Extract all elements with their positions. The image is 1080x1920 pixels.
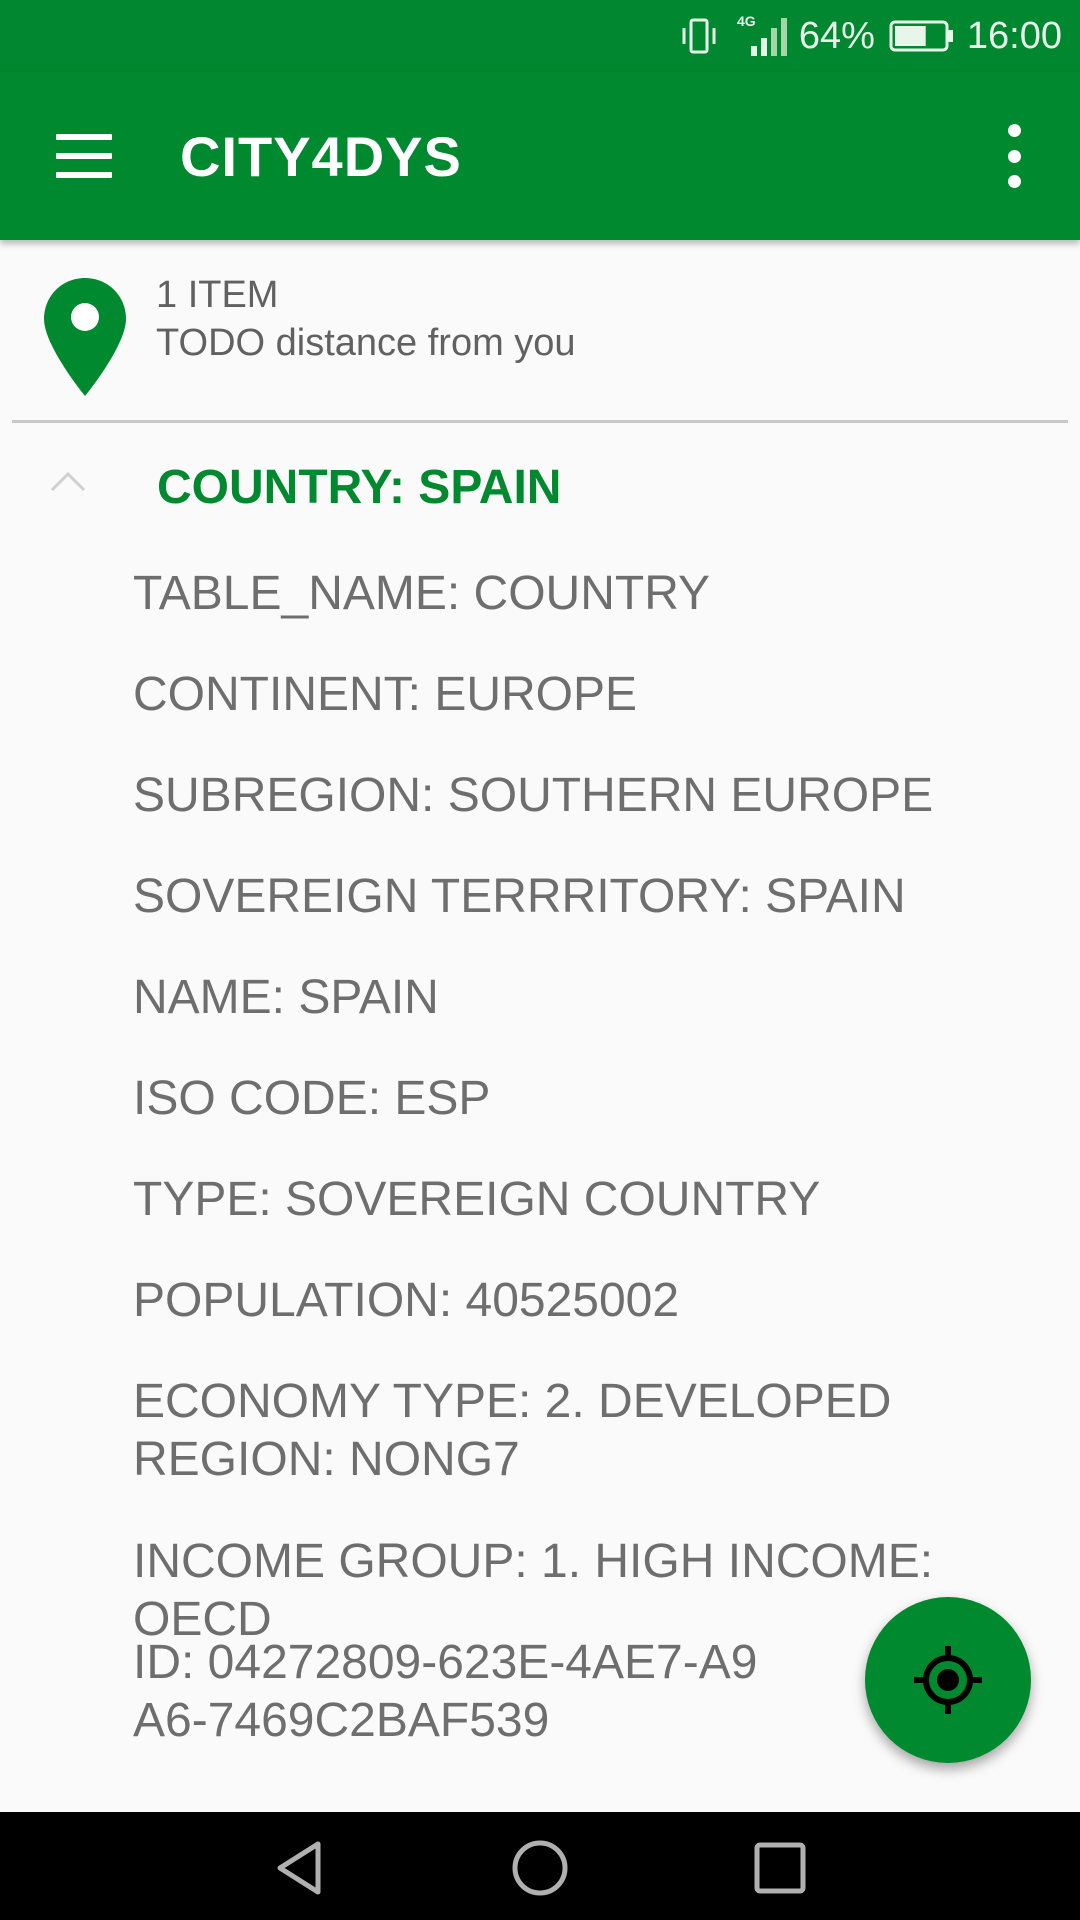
distance-text: TODO distance from you xyxy=(156,322,576,364)
list-item: SOVEREIGN TERRRITORY: SPAIN xyxy=(133,870,906,923)
list-item: POPULATION: 40525002 xyxy=(133,1274,680,1327)
map-pin-icon xyxy=(44,278,126,396)
clock: 16:00 xyxy=(966,14,1062,57)
app-bar: CITY4DYS xyxy=(0,72,1080,240)
battery-percent: 64% xyxy=(798,14,875,57)
navigation-bar xyxy=(0,1812,1080,1920)
more-vert-icon[interactable] xyxy=(1003,124,1025,188)
vibrate-icon xyxy=(677,14,721,58)
list-item: TYPE: SOVEREIGN COUNTRY xyxy=(133,1173,821,1226)
group-header[interactable]: COUNTRY: SPAIN xyxy=(0,430,1080,540)
battery-icon xyxy=(889,18,955,54)
svg-text:4G: 4G xyxy=(737,13,756,29)
list-item: ECONOMY TYPE: 2. DEVELOPED REGION: NONG7 xyxy=(133,1375,892,1486)
app-title: CITY4DYS xyxy=(180,125,462,188)
my-location-icon xyxy=(914,1646,982,1714)
item-count: 1 ITEM xyxy=(156,274,279,316)
list-item: SUBREGION: SOUTHERN EUROPE xyxy=(133,769,934,822)
signal-icon: 4G xyxy=(735,12,787,60)
group-title: COUNTRY: SPAIN xyxy=(157,461,562,514)
recents-icon[interactable] xyxy=(748,1836,812,1900)
status-bar: 4G 64% 16:00 xyxy=(0,0,1080,72)
list-item: NAME: SPAIN xyxy=(133,971,439,1024)
back-icon[interactable] xyxy=(268,1836,332,1900)
list-item: ISO CODE: ESP xyxy=(133,1072,491,1125)
divider xyxy=(12,420,1068,423)
list-item: TABLE_NAME: COUNTRY xyxy=(133,567,711,620)
results-summary: 1 ITEM TODO distance from you xyxy=(0,240,1080,422)
home-icon[interactable] xyxy=(508,1836,572,1900)
chevron-up-icon xyxy=(50,471,86,492)
hamburger-menu-icon[interactable] xyxy=(56,134,112,178)
my-location-button[interactable] xyxy=(865,1597,1031,1763)
list-item: ID: 04272809-623E-4AE7-A9A6-7469C2BAF539 xyxy=(133,1636,758,1747)
list-item: CONTINENT: EUROPE xyxy=(133,668,638,721)
